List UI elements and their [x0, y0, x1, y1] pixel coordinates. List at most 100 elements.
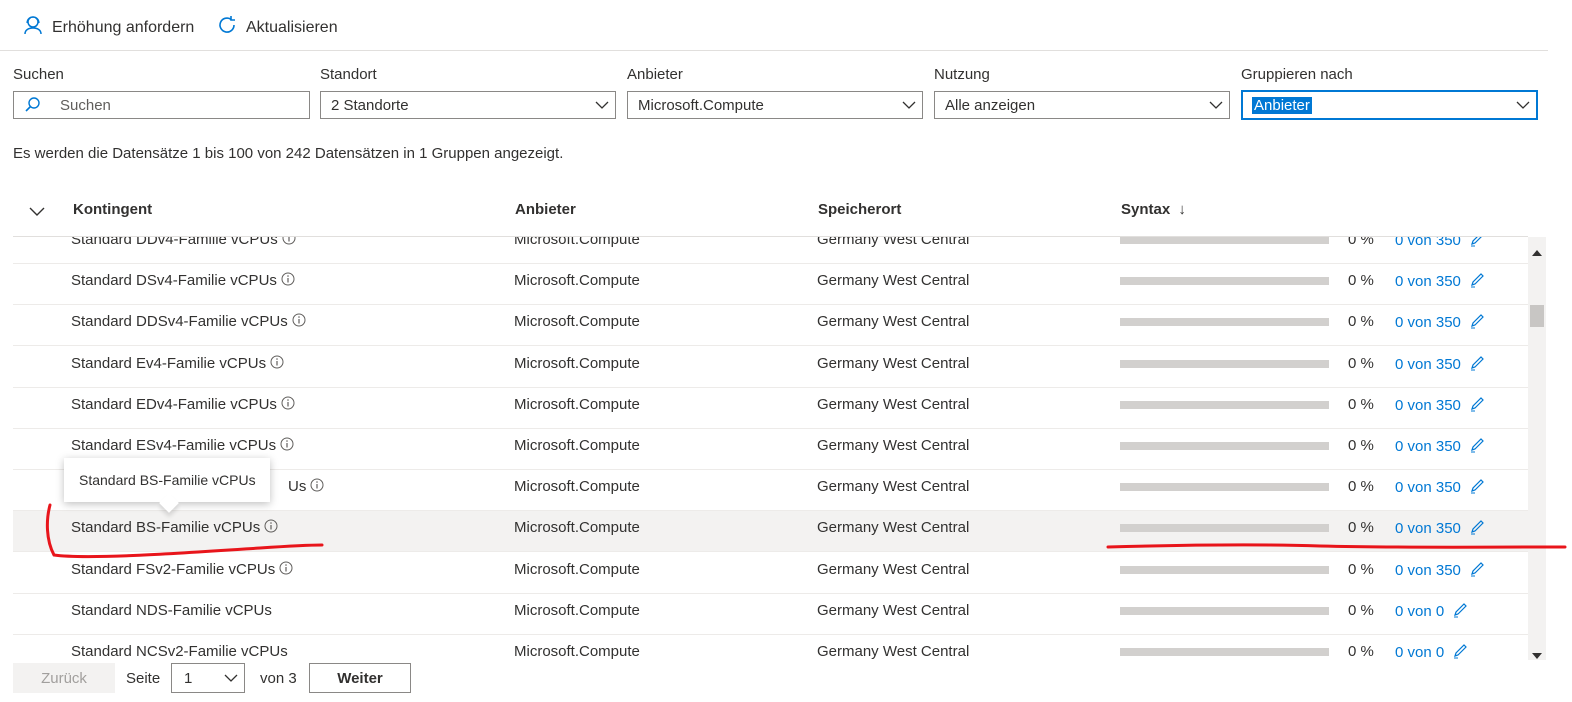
request-increase-label: Erhöhung anfordern — [52, 18, 195, 36]
usage-link[interactable]: 0 von 350 — [1395, 355, 1485, 375]
page-count-label: von 3 — [260, 670, 297, 687]
column-header-provider[interactable]: Anbieter — [515, 201, 576, 218]
table-row[interactable]: Standard Ev4-Familie vCPUs Microsoft.Comp… — [13, 347, 1528, 388]
usage-bar — [1120, 318, 1329, 326]
scroll-thumb[interactable] — [1530, 305, 1544, 327]
refresh-label: Aktualisieren — [246, 18, 338, 36]
info-icon[interactable] — [279, 561, 293, 579]
location-dropdown[interactable]: 2 Standorte — [320, 91, 616, 119]
location-cell: Germany West Central — [817, 396, 970, 413]
page-label: Seite — [126, 670, 161, 687]
scroll-up-icon[interactable] — [1532, 243, 1542, 261]
edit-pencil-icon[interactable] — [1469, 561, 1485, 581]
edit-pencil-icon[interactable] — [1469, 272, 1485, 292]
location-cell: Germany West Central — [817, 237, 970, 248]
info-icon[interactable] — [282, 237, 296, 249]
usage-link-label: 0 von 350 — [1395, 520, 1461, 537]
location-cell: Germany West Central — [817, 478, 970, 495]
table-row[interactable]: Standard FSv2-Familie vCPUs Microsoft.Com… — [13, 553, 1528, 594]
usage-percent: 0 % — [1348, 643, 1374, 660]
usage-link[interactable]: 0 von 350 — [1395, 437, 1485, 457]
edit-pencil-icon[interactable] — [1469, 396, 1485, 416]
usage-link[interactable]: 0 von 350 — [1395, 272, 1485, 292]
usage-link-label: 0 von 350 — [1395, 479, 1461, 496]
edit-pencil-icon[interactable] — [1469, 478, 1485, 498]
chevron-down-icon — [896, 101, 922, 110]
refresh-button[interactable]: Aktualisieren — [216, 14, 338, 41]
previous-page-button[interactable]: Zurück — [13, 663, 115, 693]
usage-dropdown[interactable]: Alle anzeigen — [934, 91, 1230, 119]
collapse-all-icon[interactable] — [29, 204, 45, 222]
info-icon[interactable] — [280, 437, 294, 455]
page-number-value: 1 — [184, 669, 193, 687]
usage-link[interactable]: 0 von 0 — [1395, 602, 1468, 622]
next-page-button[interactable]: Weiter — [309, 663, 411, 693]
request-increase-button[interactable]: Erhöhung anfordern — [22, 14, 194, 41]
provider-cell: Microsoft.Compute — [514, 478, 640, 495]
usage-link[interactable]: 0 von 350 — [1395, 561, 1485, 581]
usage-percent: 0 % — [1348, 355, 1374, 372]
column-header-quota[interactable]: Kontingent — [73, 201, 152, 218]
usage-bar — [1120, 566, 1329, 574]
info-icon[interactable] — [264, 519, 278, 537]
provider-cell: Microsoft.Compute — [514, 237, 640, 248]
group-by-dropdown[interactable]: Anbieter — [1241, 90, 1538, 120]
usage-link-label: 0 von 350 — [1395, 273, 1461, 290]
table-row[interactable]: Standard NCSv2-Familie vCPUs Microsoft.Co… — [13, 635, 1528, 660]
provider-label: Anbieter — [627, 66, 683, 83]
edit-pencil-icon[interactable] — [1469, 437, 1485, 457]
edit-pencil-icon[interactable] — [1452, 643, 1468, 660]
quota-name: Standard NCSv2-Familie vCPUs — [71, 643, 288, 660]
usage-bar — [1120, 401, 1329, 409]
usage-link-label: 0 von 350 — [1395, 237, 1461, 249]
info-icon[interactable] — [281, 272, 295, 290]
table-row[interactable]: Standard BS-Familie vCPUs Microsoft.Compu… — [13, 511, 1528, 552]
edit-pencil-icon[interactable] — [1452, 602, 1468, 622]
usage-link[interactable]: 0 von 350 — [1395, 313, 1485, 333]
command-bar: Erhöhung anfordern Aktualisieren — [0, 0, 1548, 51]
provider-dropdown[interactable]: Microsoft.Compute — [627, 91, 923, 119]
usage-percent: 0 % — [1348, 602, 1374, 619]
usage-link[interactable]: 0 von 350 — [1395, 396, 1485, 416]
column-header-syntax[interactable]: Syntax ↓ — [1121, 201, 1186, 218]
info-icon[interactable] — [270, 355, 284, 373]
quota-name: Standard DDv4-Familie vCPUs — [71, 237, 278, 248]
column-header-location[interactable]: Speicherort — [818, 201, 901, 218]
usage-link[interactable]: 0 von 350 — [1395, 519, 1485, 539]
provider-cell: Microsoft.Compute — [514, 643, 640, 660]
usage-percent: 0 % — [1348, 313, 1374, 330]
provider-cell: Microsoft.Compute — [514, 519, 640, 536]
quota-name: Standard Ev4-Familie vCPUs — [71, 355, 267, 372]
provider-cell: Microsoft.Compute — [514, 355, 640, 372]
usage-link-label: 0 von 350 — [1395, 562, 1461, 579]
edit-pencil-icon[interactable] — [1469, 313, 1485, 333]
edit-pencil-icon[interactable] — [1469, 519, 1485, 539]
edit-pencil-icon[interactable] — [1469, 237, 1485, 251]
edit-pencil-icon[interactable] — [1469, 355, 1485, 375]
table-row[interactable]: Standard DDv4-Familie vCPUs Microsoft.Com… — [13, 237, 1528, 264]
quota-cell: Us — [288, 478, 324, 496]
search-label: Suchen — [13, 66, 64, 83]
info-icon[interactable] — [281, 396, 295, 414]
location-cell: Germany West Central — [817, 602, 970, 619]
usage-bar — [1120, 277, 1329, 285]
info-icon[interactable] — [292, 313, 306, 331]
page-number-dropdown[interactable]: 1 — [171, 663, 245, 693]
table-row[interactable]: Standard NDS-Familie vCPUs Microsoft.Comp… — [13, 594, 1528, 635]
provider-cell: Microsoft.Compute — [514, 313, 640, 330]
usage-link[interactable]: 0 von 350 — [1395, 478, 1485, 498]
quota-cell: Standard FSv2-Familie vCPUs — [71, 561, 293, 579]
table-scrollbar[interactable] — [1528, 237, 1546, 660]
usage-link[interactable]: 0 von 350 — [1395, 237, 1485, 251]
location-label: Standort — [320, 66, 377, 83]
search-input[interactable]: Suchen — [13, 91, 310, 119]
location-value: 2 Standorte — [331, 96, 409, 114]
usage-percent: 0 % — [1348, 561, 1374, 578]
usage-link[interactable]: 0 von 0 — [1395, 643, 1468, 660]
table-row[interactable]: Standard DDSv4-Familie vCPUs Microsoft.Co… — [13, 305, 1528, 346]
table-body: Standard DDv4-Familie vCPUs Microsoft.Com… — [13, 237, 1528, 660]
table-row[interactable]: Standard EDv4-Familie vCPUs Microsoft.Com… — [13, 388, 1528, 429]
location-cell: Germany West Central — [817, 561, 970, 578]
table-row[interactable]: Standard DSv4-Familie vCPUs Microsoft.Com… — [13, 264, 1528, 305]
info-icon[interactable] — [310, 478, 324, 496]
